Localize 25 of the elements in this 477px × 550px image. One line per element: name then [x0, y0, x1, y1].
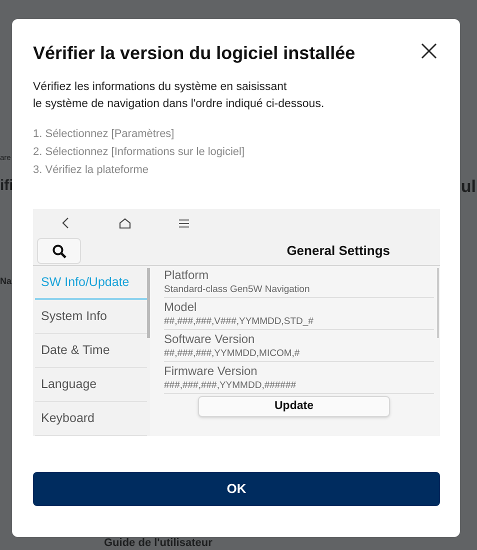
home-icon: [119, 218, 131, 228]
info-label: Firmware Version: [164, 364, 258, 379]
description-text: Vérifiez les informations du système en saisissant: [33, 80, 288, 95]
step-text: 3. Vérifiez la plateforme: [33, 163, 150, 178]
info-value: ##,###,###,V###,YYMMDD,STD_#: [164, 315, 314, 328]
background-text: ifi: [0, 178, 14, 193]
ok-button[interactable]: OK: [33, 472, 440, 506]
info-value: Standard-class Gen5W Navigation: [164, 283, 311, 296]
step-text: 1. Sélectionnez [Paramètres]: [33, 127, 176, 142]
background-text: Guide de l'utilisateur: [104, 538, 212, 549]
background-text: ul: [460, 178, 476, 195]
info-label: Model: [164, 300, 198, 315]
info-label: Platform: [164, 268, 210, 283]
menu-icon: [179, 218, 189, 228]
info-value: ##,###,###,YYMMDD,MICOM,#: [164, 347, 301, 360]
back-icon: [61, 217, 69, 229]
close-icon[interactable]: [420, 42, 438, 60]
description-text: le système de navigation dans l'ordre indiqué ci-dessous.: [33, 97, 326, 112]
dialog-title: Vérifier la version du logiciel installée: [33, 42, 356, 65]
info-value: ###,###,###,YYMMDD,######: [164, 379, 298, 392]
background-text: Na: [0, 277, 12, 286]
info-label: Software Version: [164, 332, 256, 347]
screen-title: General Settings: [286, 242, 390, 260]
step-text: 2. Sélectionnez [Informations sur le logiciel]: [33, 145, 246, 160]
search-icon: [52, 244, 66, 258]
